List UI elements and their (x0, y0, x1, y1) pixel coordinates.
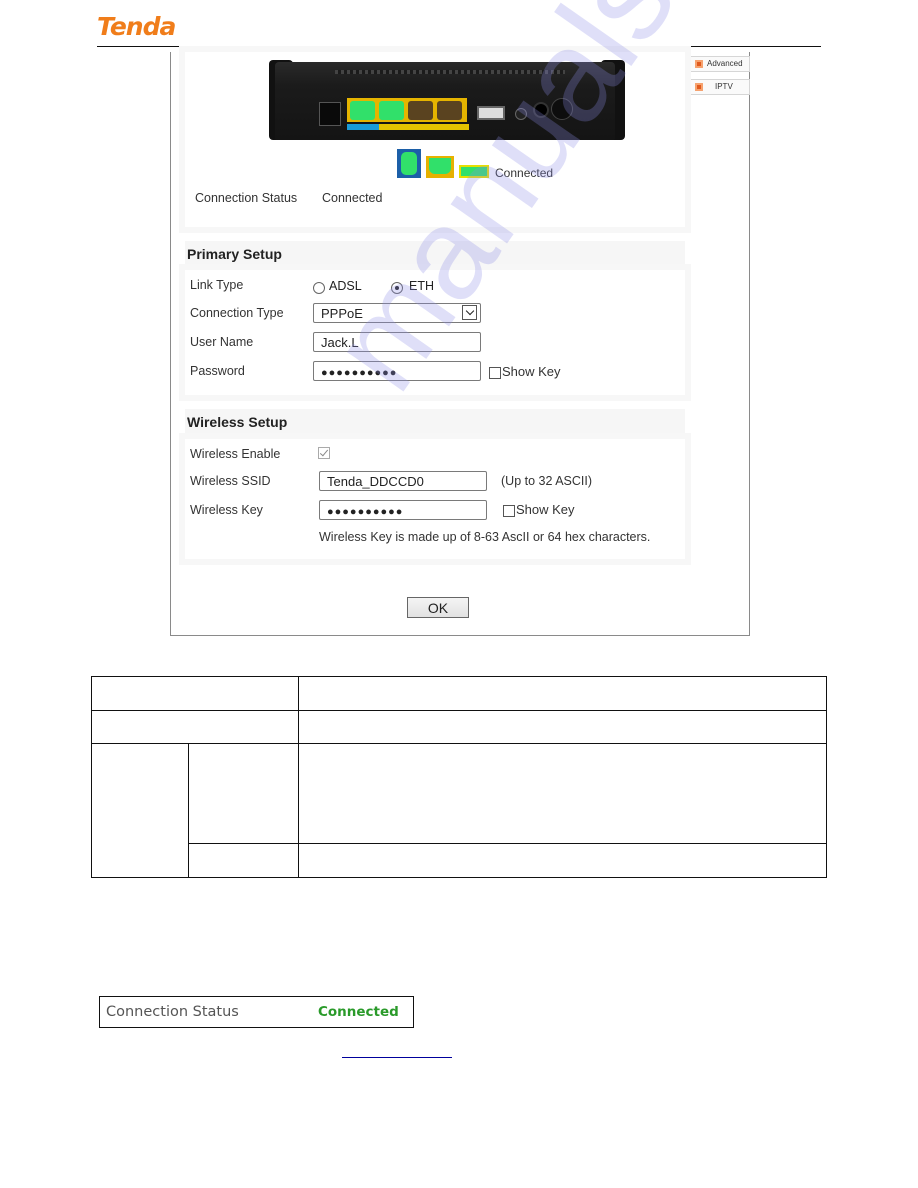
password-value: ●●●●●●●●●● (321, 367, 398, 379)
router-body (275, 62, 615, 140)
ssid-hint: (Up to 32 ASCII) (501, 474, 593, 488)
legend-label: Connected (495, 166, 554, 180)
wireless-ssid-input[interactable]: Tenda_DDCCD0 (319, 471, 487, 491)
header-divider (97, 46, 821, 47)
advanced-icon (695, 60, 703, 68)
connection-status-label: Connection Status (195, 191, 298, 205)
table-cell (91, 710, 299, 744)
primary-setup-form: Link Type ADSL ETH Connection Type PPPoE… (185, 270, 685, 395)
table-cell (91, 676, 299, 711)
password-input[interactable]: ●●●●●●●●●● (313, 361, 481, 381)
power-button (551, 98, 573, 120)
connection-type-select[interactable]: PPPoE (313, 303, 481, 323)
lan-label-bar (379, 124, 469, 130)
side-tab-advanced[interactable]: Advanced (690, 56, 750, 72)
tenda-logo: Tenda (97, 12, 176, 41)
section-title: Primary Setup (187, 246, 282, 262)
table-cell (298, 743, 827, 844)
wps-button (515, 108, 527, 120)
port-3 (408, 101, 433, 120)
section-title: Wireless Setup (187, 414, 288, 430)
usb-port (477, 106, 505, 120)
ok-button[interactable]: OK (407, 597, 469, 618)
table-cell (298, 676, 827, 711)
wan-connected-icon (397, 149, 421, 178)
table-row (90, 743, 827, 878)
side-tab-label: IPTV (715, 82, 733, 91)
chevron-down-icon[interactable] (462, 305, 477, 320)
radio-label-adsl: ADSL (329, 279, 362, 293)
parameter-table (90, 676, 827, 878)
wireless-setup-header: Wireless Setup (185, 409, 685, 435)
wan-label-bar (347, 124, 379, 130)
connection-type-label: Connection Type (190, 306, 284, 320)
link-type-label: Link Type (190, 278, 244, 292)
router-rear-panel-image (269, 60, 625, 140)
show-key-label: Show Key (502, 364, 561, 379)
lan-connected-icon (426, 156, 454, 178)
wireless-ssid-label: Wireless SSID (190, 474, 271, 488)
wireless-enable-checkbox[interactable] (318, 447, 330, 459)
password-show-key-checkbox[interactable] (489, 367, 501, 379)
router-vent (335, 70, 565, 74)
wireless-enable-label: Wireless Enable (190, 447, 281, 461)
connected-indicator-icon (459, 165, 489, 178)
wireless-setup-form: Wireless Enable Wireless SSID Tenda_DDCC… (185, 439, 685, 559)
link-type-adsl-radio[interactable] (313, 282, 325, 294)
side-tab-iptv[interactable]: IPTV (690, 79, 750, 95)
port-1-wan (350, 101, 375, 120)
radio-label-eth: ETH (409, 279, 434, 293)
table-cell (188, 743, 299, 844)
password-label: Password (190, 364, 245, 378)
connection-status-sample-value: Connected (318, 1004, 399, 1020)
router-settings-screenshot: Advanced IPTV Connected Connection Statu… (170, 52, 750, 636)
connection-status-panel: Connected Connection Status Connected (185, 52, 685, 227)
port-strip (315, 96, 581, 132)
connection-type-value: PPPoE (321, 306, 363, 321)
wireless-show-key-checkbox[interactable] (503, 505, 515, 517)
wireless-key-label: Wireless Key (190, 503, 263, 517)
wireless-key-value: ●●●●●●●●●● (327, 506, 404, 518)
port-2 (379, 101, 404, 120)
primary-setup-header: Primary Setup (185, 241, 685, 267)
port-4-itv (437, 101, 462, 120)
wireless-key-input[interactable]: ●●●●●●●●●● (319, 500, 487, 520)
connection-status-value: Connected (322, 191, 383, 205)
hyperlink[interactable] (342, 1057, 452, 1058)
show-key-label: Show Key (516, 502, 575, 517)
side-tab-label: Advanced (707, 59, 743, 68)
user-name-value: Jack.L (321, 335, 359, 350)
connection-status-sample-label: Connection Status (106, 1004, 239, 1020)
table-row (91, 676, 827, 711)
table-row (91, 710, 827, 744)
lan-port-block (347, 98, 467, 122)
wireless-ssid-value: Tenda_DDCCD0 (327, 474, 424, 489)
table-row (92, 843, 827, 878)
table-cell (298, 843, 827, 878)
wireless-key-hint: Wireless Key is made up of 8-63 AscII or… (319, 530, 651, 544)
user-name-label: User Name (190, 335, 254, 349)
dc-port (533, 102, 549, 118)
iptv-icon (695, 83, 703, 91)
link-type-eth-radio[interactable] (391, 282, 403, 294)
table-cell (90, 743, 190, 878)
connection-status-sample: Connection Status Connected (99, 996, 414, 1028)
table-cell (298, 710, 827, 744)
user-name-input[interactable]: Jack.L (313, 332, 481, 352)
table-cell (188, 843, 299, 878)
dsl-port (319, 102, 341, 126)
